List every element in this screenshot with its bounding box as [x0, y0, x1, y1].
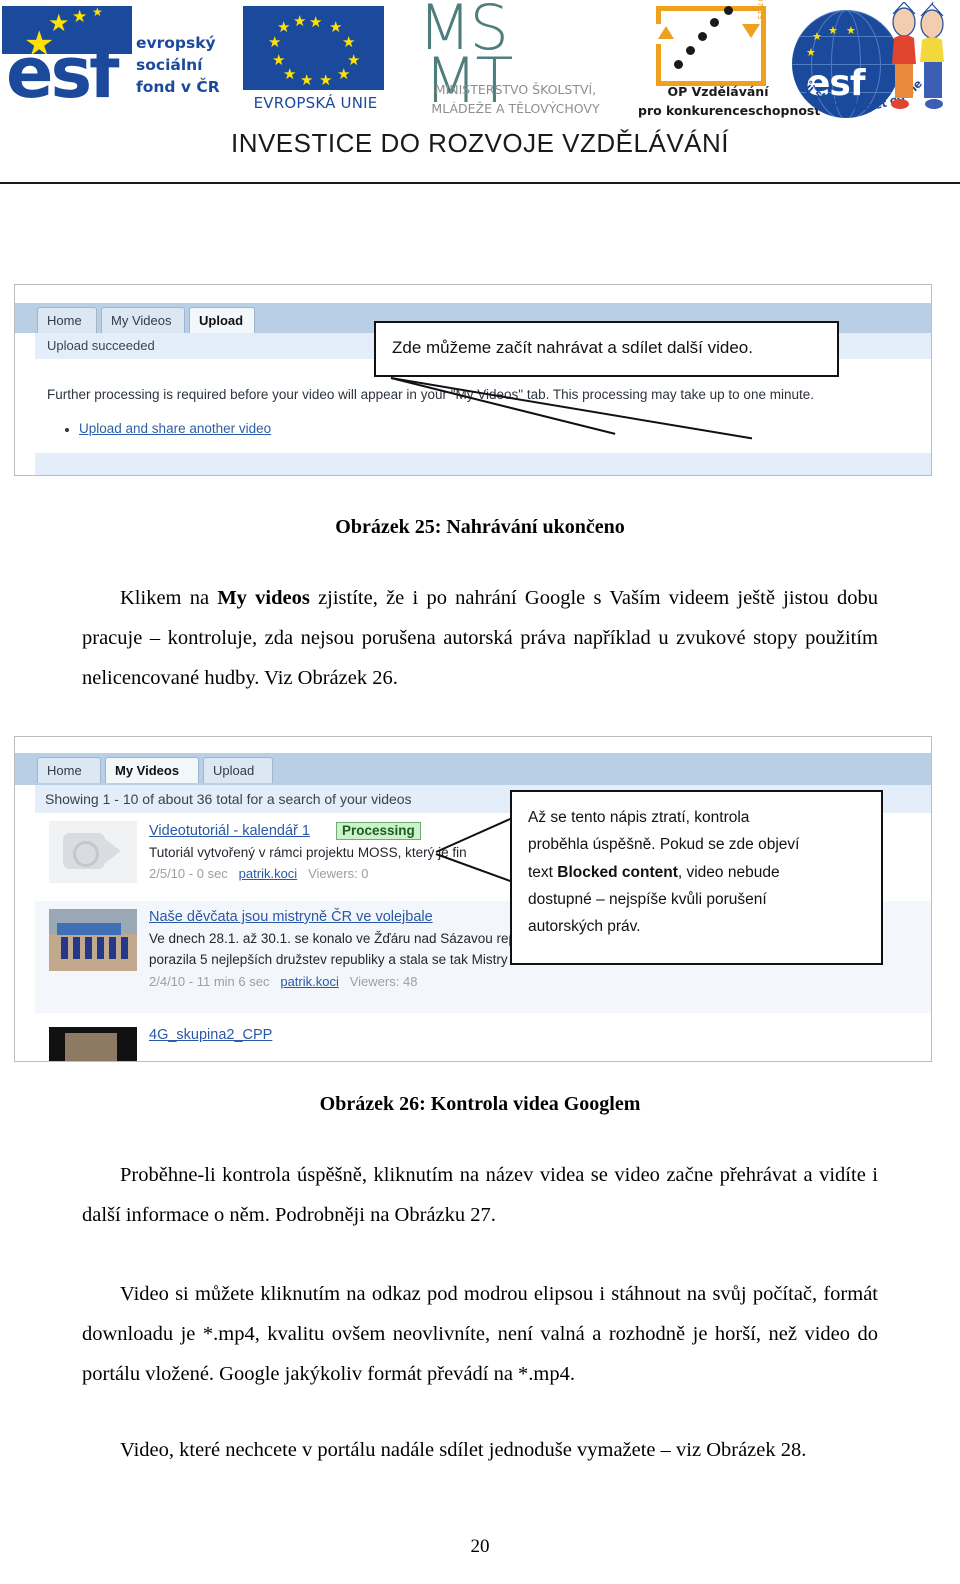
investice-banner: INVESTICE DO ROZVOJE VZDĚLÁVÁNÍ — [230, 128, 730, 158]
p1-bold: My videos — [217, 587, 310, 609]
tab-upload-2[interactable]: Upload — [203, 757, 273, 783]
paragraph-3: Video si můžete kliknutím na odkaz pod m… — [82, 1274, 878, 1394]
video-thumbnail — [49, 1027, 137, 1061]
op-vzdelavani-logo: 2007-13 OP Vzdělávání pro konkurencescho… — [638, 0, 821, 120]
video-meta: 2/4/10 - 11 min 6 sec patrik.koci Viewer… — [149, 974, 417, 989]
camera-lens-icon — [73, 841, 99, 867]
meta-space — [231, 866, 238, 881]
tab-my-videos-2[interactable]: My Videos — [105, 757, 199, 783]
volleyball-team-thumbnail-image — [49, 909, 137, 971]
callout-26-line-4: dostupné – nejspíše kvůli porušení — [528, 890, 767, 908]
header-divider — [0, 182, 960, 184]
callout-figure-26: Až se tento nápis ztratí, kontrola probě… — [510, 790, 883, 965]
figure-25-caption: Obrázek 25: Nahrávání ukončeno — [335, 516, 625, 538]
paragraph-4-text: Video, které nechcete v portálu nadále s… — [120, 1439, 807, 1461]
video-description-line2: porazila 5 nejlepších družstev republiky… — [149, 952, 535, 967]
video-uploader-link[interactable]: patrik.koci — [280, 974, 339, 989]
callout-figure-25: Zde můžeme začít nahrávat a sdílet další… — [374, 321, 839, 377]
video-thumbnail — [49, 909, 137, 971]
upload-another-link-item[interactable]: Upload and share another video — [65, 421, 271, 436]
eu-flag-icon: ★ ★ ★ ★ ★ ★ ★ ★ ★ ★ ★ ★ — [243, 6, 384, 90]
video-duration: 11 min 6 sec — [196, 974, 270, 989]
meta-separator: - — [188, 866, 197, 881]
video-date: 2/5/10 — [149, 866, 186, 881]
bullet-dot-icon — [65, 428, 69, 432]
video-list-item[interactable]: 4G_skupina2_CPP — [35, 1019, 931, 1061]
paragraph-3-text: Video si můžete kliknutím na odkaz pod m… — [82, 1283, 878, 1385]
meta-space-2 — [301, 866, 308, 881]
paragraph-2: Proběhne-li kontrola úspěšně, kliknutím … — [82, 1155, 878, 1235]
camera-lens-cone-icon — [105, 839, 121, 863]
figure-26-caption: Obrázek 26: Kontrola videa Googlem — [319, 1093, 641, 1115]
msmt-caption: MINISTERSTVO ŠKOLSTVÍ, MLÁDEŽE A TĚLOVÝC… — [431, 82, 600, 117]
opvk-side-text: 2007-13 — [756, 0, 764, 20]
video-duration: 0 sec — [196, 866, 228, 881]
paragraph-4: Video, které nechcete v portálu nadále s… — [82, 1430, 878, 1470]
opvk-mark-icon: 2007-13 — [656, 0, 766, 86]
esf-flag-icon: ★ ★ ★ ★ esf — [2, 6, 132, 108]
status-badge-processing: Processing — [336, 822, 421, 840]
video-uploader-link[interactable]: patrik.koci — [239, 866, 298, 881]
eu-caption: EVROPSKÁ UNIE — [253, 94, 378, 112]
opvk-caption: OP Vzdělávání pro konkurenceschopnost — [638, 84, 821, 119]
my-videos-tab-strip: Home My Videos Upload — [15, 753, 931, 785]
callout-26-line-3: text Blocked content, video nebude — [528, 863, 780, 881]
figure-25-screenshot: Home My Videos Upload Upload succeeded F… — [14, 284, 932, 476]
european-union-logo: ★ ★ ★ ★ ★ ★ ★ ★ ★ ★ ★ ★ EVROPSKÁ UNIE — [243, 6, 388, 118]
msmt-logo: MŠ MT MINISTERSTVO ŠKOLSTVÍ, MLÁDEŽE A T… — [398, 0, 633, 120]
video-title-link[interactable]: 4G_skupina2_CPP — [149, 1027, 272, 1043]
classroom-thumbnail-image — [49, 1027, 137, 1061]
p1-run1: Klikem na — [120, 587, 218, 609]
video-date: 2/4/10 — [149, 974, 186, 989]
paragraph-2-text: Proběhne-li kontrola úspěšně, kliknutím … — [82, 1164, 878, 1226]
tab-home-2[interactable]: Home — [37, 757, 101, 783]
esf-wordmark: esf — [6, 32, 120, 114]
upload-processing-note: Further processing is required before yo… — [47, 387, 814, 402]
callout-26-line-1: Až se tento nápis ztratí, kontrola — [528, 809, 750, 826]
page-number: 20 — [470, 1536, 490, 1557]
meta-separator: - — [188, 974, 197, 989]
esf-cr-caption: evropský sociální fond v ČR — [136, 34, 220, 96]
callout-26-line-5: autorských práv. — [528, 918, 641, 936]
students-illustration-icon — [891, 2, 944, 109]
video-title-link[interactable]: Videotutoriál - kalendář 1 — [149, 823, 310, 839]
meta-space-2 — [343, 974, 350, 989]
upload-and-share-another-video-link[interactable]: Upload and share another video — [79, 421, 271, 436]
video-thumbnail-placeholder — [49, 821, 137, 883]
video-viewers: Viewers: 48 — [349, 974, 418, 989]
callout-26-line-2: proběhla úspěšně. Pokud se zde objeví — [528, 836, 800, 854]
video-viewers: Viewers: 0 — [308, 866, 369, 881]
tab-my-videos[interactable]: My Videos — [101, 307, 185, 333]
screenshot-footer-bar — [35, 453, 931, 475]
esf-globe-logo: ★ ★ ★ ★ esf Můj studijní svět online — [790, 0, 960, 126]
esf-cr-logo: ★ ★ ★ ★ esf evropský sociální fond v ČR — [2, 6, 232, 118]
header-logo-bar: ★ ★ ★ ★ esf evropský sociální fond v ČR … — [0, 0, 960, 128]
screenshot-26-left-rail — [15, 753, 35, 1061]
tab-upload[interactable]: Upload — [189, 307, 255, 333]
video-description: Tutoriál vytvořený v rámci projektu MOSS… — [149, 845, 467, 860]
tab-home[interactable]: Home — [37, 307, 97, 333]
video-meta: 2/5/10 - 0 sec patrik.koci Viewers: 0 — [149, 866, 369, 881]
video-title-link[interactable]: Naše děvčata jsou mistryně ČR ve volejba… — [149, 909, 433, 925]
paragraph-1: Klikem na My videos zjistíte, že i po na… — [82, 578, 878, 698]
